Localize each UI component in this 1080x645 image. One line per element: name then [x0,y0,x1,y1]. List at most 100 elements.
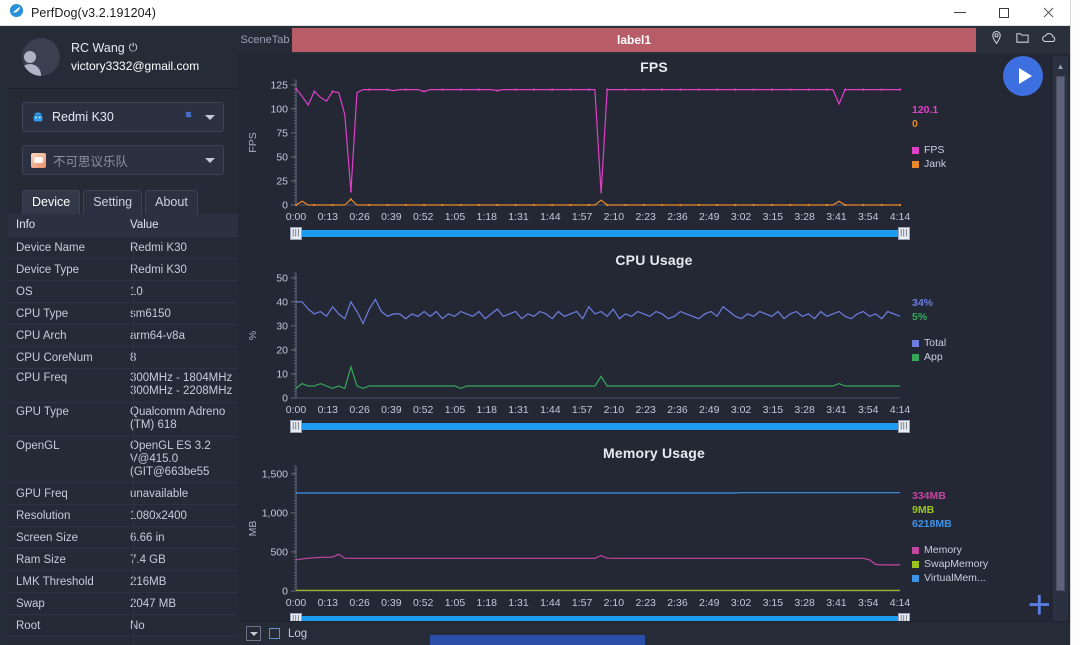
app-icon [31,152,46,168]
column-header-value: Value [130,219,159,231]
device-info-table: Info Value Device Name Redmi K30 Device Type… [8,214,238,637]
slider-handle-left[interactable]: ||| [290,419,302,433]
info-cell: Ram Size [16,553,66,566]
value-cell: arm64-v8a [130,329,185,342]
x-tick-label: 0:13 [317,211,338,223]
window-title: PerfDog(v3.2.191204) [31,5,156,20]
svg-text:10: 10 [276,368,288,380]
tab-about[interactable]: About [145,190,198,214]
x-tick-label: 3:41 [826,211,847,223]
table-row[interactable]: CPU CoreNum 8 [8,347,238,369]
scene-bar: SceneTab label1 [238,26,1070,54]
slider-track[interactable] [296,423,904,430]
table-header-row: Info Value [8,214,238,237]
time-range-slider[interactable]: ||| ||| [290,226,910,240]
x-tick-label: 1:31 [508,597,529,609]
record-play-button[interactable] [1003,56,1043,96]
scrollbar-thumb[interactable] [1056,76,1065,591]
x-tick-label: 3:54 [857,211,879,223]
scroll-up-icon[interactable]: ▲ [1053,58,1068,74]
scene-tab-button[interactable]: SceneTab [238,26,292,54]
table-row[interactable]: OS 10 [8,281,238,303]
slider-track[interactable] [296,230,904,237]
app-selector[interactable]: 不可思议乐队 [22,145,224,175]
main-frame: RC Wang ⏻ victory3332@gmail.com Redmi K3… [0,26,1070,645]
folder-icon[interactable] [1015,30,1030,50]
x-tick-label: 2:49 [699,211,720,223]
table-row[interactable]: Ram Size 7.4 GB [8,549,238,571]
legend-item[interactable]: FPS [912,144,946,156]
tab-setting[interactable]: Setting [83,190,143,214]
slider-handle-right[interactable]: ||| [898,419,910,433]
table-row[interactable]: Resolution 1080x2400 [8,505,238,527]
user-email: victory3332@gmail.com [71,59,200,73]
charts-scrollbar[interactable]: ▲ ▼ [1053,56,1068,636]
cloud-icon[interactable] [1041,30,1058,50]
svg-text:0: 0 [282,200,288,212]
table-row[interactable]: Swap 2047 MB [8,593,238,615]
link-icon[interactable] [181,107,196,127]
device-selector[interactable]: Redmi K30 [22,102,224,132]
info-cell: OS [16,285,33,298]
table-row[interactable]: CPU Arch arm64-v8a [8,325,238,347]
legend-item[interactable]: SwapMemory [912,558,988,570]
value-cell: 1080x2400 [130,509,187,522]
slider-handle-right[interactable]: ||| [898,226,910,240]
legend-label: FPS [924,144,945,156]
chart-memory-usage: Memory Usage 0 500 1,000 1,500 MB 0:00 0:13 0:26… [238,440,1070,633]
table-row[interactable]: LMK Threshold 216MB [8,571,238,593]
svg-text:500: 500 [270,546,288,558]
series-memory [295,553,900,566]
x-tick-label: 0:39 [381,211,402,223]
series-app [295,364,900,390]
close-button[interactable] [1026,0,1070,26]
collapse-button[interactable] [246,626,261,641]
app-name-label: 不可思议乐队 [53,154,129,169]
chart-cpu-usage: CPU Usage 0 10 20 30 40 50% 0:00 0:13 0:26 0:39 0:5… [238,247,1070,440]
legend-item[interactable]: App [912,351,946,363]
x-tick-label: 1:18 [476,404,497,416]
table-row[interactable]: CPU Type sm6150 [8,303,238,325]
legend-item[interactable]: VirtualMem... [912,572,988,584]
table-row[interactable]: GPU Freq unavailable [8,483,238,505]
table-row[interactable]: Screen Size 6.66 in [8,527,238,549]
tab-device[interactable]: Device [22,190,81,214]
legend-swatch [912,339,919,347]
log-checkbox[interactable] [269,628,280,639]
info-cell: CPU Type [16,307,69,320]
x-tick-label: 3:15 [762,597,784,609]
sidebar: RC Wang ⏻ victory3332@gmail.com Redmi K3… [8,26,238,645]
legend-item[interactable]: Total [912,337,946,349]
add-chart-button[interactable]: + [1028,585,1051,625]
table-row[interactable]: CPU Freq 300MHz - 1804MHz 300MHz - 2208MH… [8,369,238,403]
chevron-down-icon[interactable] [205,157,215,163]
series-total [296,298,901,325]
chart-legend: 34% 5% Total App [912,297,946,363]
table-row[interactable]: Device Name Redmi K30 [8,237,238,259]
table-row[interactable]: Root No [8,615,238,637]
power-icon[interactable]: ⏻ [129,42,138,55]
svg-text:FPS: FPS [247,132,259,152]
slider-handle-left[interactable]: ||| [290,226,302,240]
table-row[interactable]: GPU Type Qualcomm Adreno (TM) 618 [8,403,238,437]
chevron-down-icon[interactable] [205,114,215,120]
location-pin-icon[interactable] [989,30,1004,50]
log-label: Log [288,627,308,640]
legend-item[interactable]: Memory [912,544,988,556]
table-row[interactable]: OpenGL OpenGL ES 3.2 V@415.0 (GIT@663be55 [8,437,238,483]
time-range-slider[interactable]: ||| ||| [290,419,910,433]
x-tick-label: 4:14 [889,597,911,609]
legend-item[interactable]: Jank [912,158,946,170]
x-tick-label: 3:28 [794,404,815,416]
column-header-info: Info [16,219,36,231]
x-tick-label: 4:14 [889,404,911,416]
scene-label-bar[interactable]: label1 [292,28,976,52]
legend-label: VirtualMem... [924,572,986,584]
maximize-button[interactable] [982,0,1026,26]
value-cell: 8 [125,352,238,364]
content-area: SceneTab label1 FPS 0 25 50 75 100 125 FPS 0:00 [238,26,1070,645]
minimize-button[interactable] [938,0,982,26]
charts-container: FPS 0 25 50 75 100 125 FPS 0:00 0:13 0:26 0:39 0:52 1… [238,54,1070,645]
x-tick-label: 3:02 [730,211,752,223]
table-row[interactable]: Device Type Redmi K30 [8,259,238,281]
